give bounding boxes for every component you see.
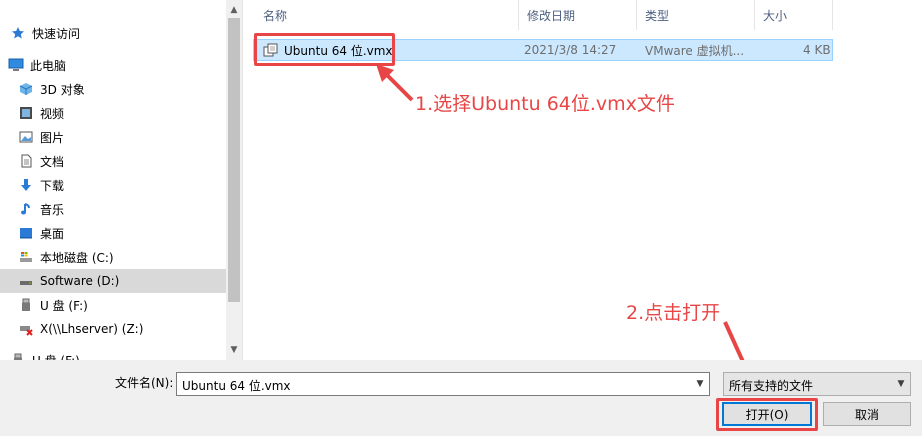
annotation-step2: 2.点击打开 [626,302,721,324]
annotation-highlight-open [716,398,818,431]
filetype-select[interactable]: 所有支持的文件 ▼ [723,372,911,396]
chevron-down-icon[interactable]: ▼ [691,373,709,395]
annotation-step1: 1.选择Ubuntu 64位.vmx文件 [415,93,675,115]
chevron-down-icon[interactable]: ▼ [892,373,910,395]
filetype-value: 所有支持的文件 [729,379,814,393]
filename-value: Ubuntu 64 位.vmx [182,379,291,393]
filename-label: 文件名(N): [115,376,174,390]
annotation-arrow-file [376,64,414,102]
filename-input[interactable]: Ubuntu 64 位.vmx ▼ [176,372,710,396]
cancel-button[interactable]: 取消 [823,402,911,426]
